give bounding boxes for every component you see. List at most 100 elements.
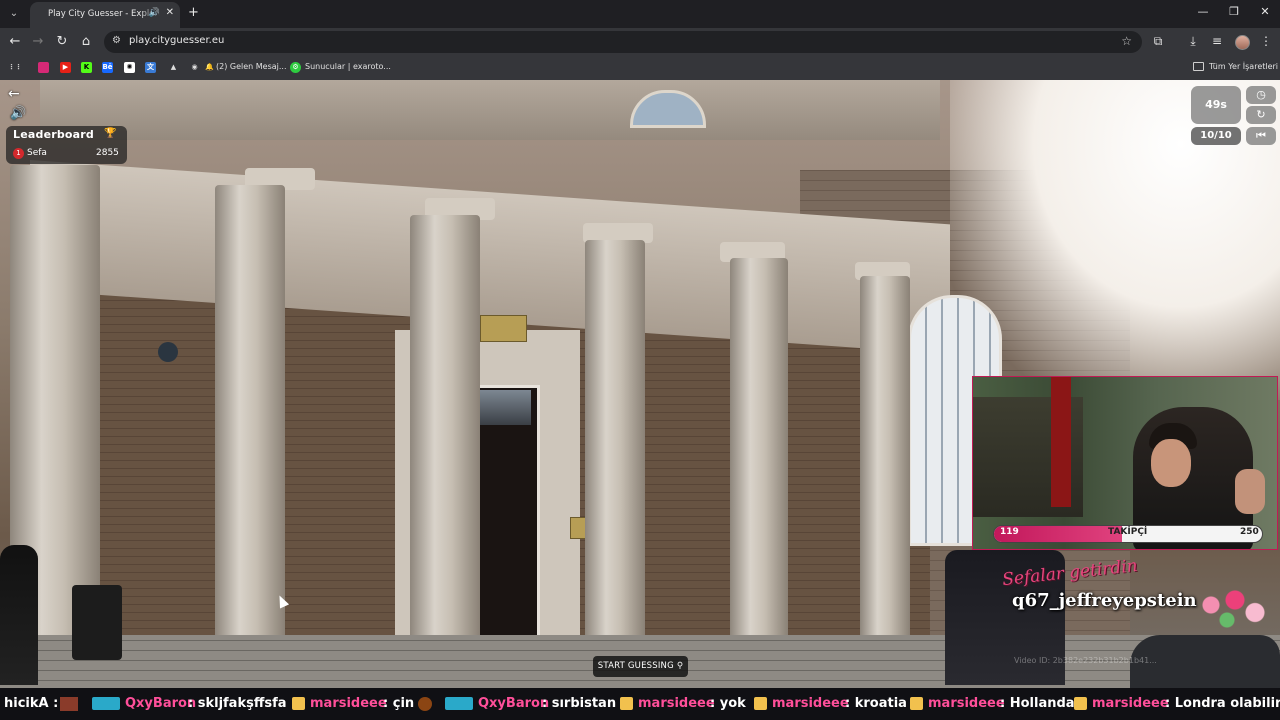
ticker-message: : yok — [710, 696, 746, 711]
forward-button[interactable]: → — [30, 34, 46, 50]
video-id: Video ID: 2b382e232b31b2b1b41... — [1014, 656, 1157, 665]
badge-icon — [1074, 697, 1087, 710]
chatgpt-icon[interactable]: ✺ — [124, 62, 135, 73]
scene-door-window — [477, 390, 531, 425]
ticker-message: : Londra olabilir — [1165, 696, 1280, 711]
sound-icon[interactable]: 🔊 — [10, 106, 26, 121]
menu-icon[interactable]: ⋮ — [1258, 34, 1274, 48]
ticker-message: : Hollanda — [1000, 696, 1075, 711]
ticker-message: : kroatia — [845, 696, 907, 711]
discord-icon[interactable]: ◉ — [189, 62, 200, 73]
webcam-face — [1151, 439, 1191, 487]
ticker-user: hicikA : — [4, 696, 59, 711]
scene-police-officer — [0, 545, 38, 685]
webcam-feed — [972, 376, 1278, 550]
scene-crest — [480, 315, 527, 342]
bookmark-star-icon[interactable]: ☆ — [1121, 34, 1132, 48]
scene-bin — [72, 585, 122, 660]
restore-button[interactable]: ❐ — [1226, 5, 1242, 18]
ticker-user: marsideee — [638, 696, 715, 711]
start-guessing-button[interactable]: START GUESSING ⚲ — [593, 656, 688, 677]
bookmark-gelen-mesaj[interactable]: (2) Gelen Mesaj... — [216, 62, 287, 71]
ticker-message: : skljfakşffsfa — [188, 696, 287, 711]
new-tab-button[interactable]: + — [188, 5, 199, 20]
youtube-icon[interactable]: ▶ — [60, 62, 71, 73]
reload-button[interactable]: ↻ — [54, 34, 70, 50]
ticker-user: QxyBaron — [478, 696, 550, 711]
emote-icon — [60, 697, 78, 711]
badge-icon — [92, 697, 120, 710]
ticker-message: : çin — [383, 696, 415, 711]
exaroton-icon[interactable]: ⚙ — [290, 62, 301, 73]
leaderboard-score: 2855 — [96, 148, 119, 158]
site-info-icon[interactable]: ⚙ — [112, 35, 121, 46]
skip-back-icon[interactable]: ⏮ — [1246, 127, 1276, 145]
flowers-icon — [1195, 585, 1275, 635]
media-controls-icon[interactable]: ≡ — [1209, 34, 1225, 48]
round-counter: 10/10 — [1191, 127, 1241, 145]
ticker-user: QxyBaron — [125, 696, 197, 711]
follower-label: TAKİPÇİ — [1108, 527, 1148, 537]
browser-tab-active[interactable]: Play City Guesser - Explore 🔊 ✕ — [30, 2, 180, 28]
tab-title: Play City Guesser - Explore — [48, 9, 160, 19]
extensions-icon[interactable]: ⧉ — [1150, 34, 1166, 49]
leaderboard-rank: 1 — [13, 148, 24, 159]
url-text[interactable]: play.cityguesser.eu — [129, 35, 224, 46]
leaderboard-title: Leaderboard — [13, 128, 95, 141]
map-pin-icon: ⚲ — [676, 661, 684, 671]
column — [215, 185, 285, 655]
alert-username: q67_jeffreyepstein — [1012, 590, 1197, 611]
clock-icon[interactable]: ◷ — [1246, 86, 1276, 104]
badge-icon — [754, 697, 767, 710]
leaderboard-name: Sefa — [27, 148, 47, 158]
tab-search-icon[interactable]: ⌄ — [5, 5, 23, 23]
webcam-red-object — [1051, 377, 1071, 507]
scene-roof — [40, 80, 940, 140]
tab-audio-icon[interactable]: 🔊 — [149, 8, 160, 18]
leaderboard-panel: Leaderboard 🏆 1 Sefa 2855 — [6, 126, 127, 164]
badge-icon — [910, 697, 923, 710]
apps-grid-icon[interactable]: ⋮⋮ — [8, 62, 22, 73]
badge-icon — [445, 697, 473, 710]
column — [730, 258, 788, 653]
badge-icon — [292, 697, 305, 710]
profile-avatar[interactable] — [1235, 35, 1250, 50]
minimize-button[interactable]: — — [1195, 5, 1211, 18]
ticker-user: marsideee — [928, 696, 1005, 711]
browser-toolbar: ← → ↻ ⌂ ⚙ play.cityguesser.eu ☆ ⧉ ⤓ ≡ ⋮ — [0, 28, 1280, 56]
instagram-icon[interactable] — [38, 62, 49, 73]
translate-icon[interactable]: 文 — [145, 62, 156, 73]
folder-icon — [1193, 62, 1204, 71]
bookmarks-bar: ⋮⋮ ▶ K Bē ✺ 文 ▲ ◉ 🔔 (2) Gelen Mesaj... ⚙… — [0, 56, 1280, 81]
browser-tab-bar: ⌄ Play City Guesser - Explore 🔊 ✕ + — ❐ … — [0, 0, 1280, 28]
all-bookmarks[interactable]: Tüm Yer İşaretleri — [1209, 62, 1278, 71]
badge-icon — [620, 697, 633, 710]
poop-emote-icon — [418, 697, 432, 711]
kick-icon[interactable]: K — [81, 62, 92, 73]
column — [585, 240, 645, 655]
downloads-icon[interactable]: ⤓ — [1185, 34, 1201, 49]
back-button[interactable]: ← — [7, 34, 23, 50]
ticker-message: : sırbistan — [542, 696, 617, 711]
ticker-user: marsideee — [310, 696, 387, 711]
start-guessing-label: START GUESSING — [597, 661, 674, 671]
ticker-user: marsideee — [1092, 696, 1169, 711]
tab-close-icon[interactable]: ✕ — [166, 7, 174, 18]
column — [410, 215, 480, 655]
sneaker-icon[interactable]: ▲ — [168, 62, 179, 73]
home-button[interactable]: ⌂ — [78, 34, 94, 50]
follower-current: 119 — [1000, 527, 1019, 537]
close-window-button[interactable]: ✕ — [1257, 5, 1273, 18]
round-timer: 49s — [1191, 86, 1241, 124]
refresh-icon[interactable]: ↻ — [1246, 106, 1276, 124]
webcam-hand — [1235, 469, 1265, 514]
bookmark-sunucular[interactable]: Sunucular | exaroto... — [305, 62, 391, 71]
trophy-icon: 🏆 — [104, 128, 117, 139]
ticker-user: marsideee — [772, 696, 849, 711]
chat-ticker: hicikA : QxyBaron : skljfakşffsfa marsid… — [0, 688, 1280, 720]
follower-goal: 250 — [1240, 527, 1259, 537]
behance-icon[interactable]: Bē — [102, 62, 113, 73]
back-arrow-icon[interactable]: ← — [8, 86, 30, 102]
bell-icon[interactable]: 🔔 — [204, 62, 215, 73]
address-bar[interactable]: ⚙ play.cityguesser.eu ☆ — [104, 31, 1142, 53]
